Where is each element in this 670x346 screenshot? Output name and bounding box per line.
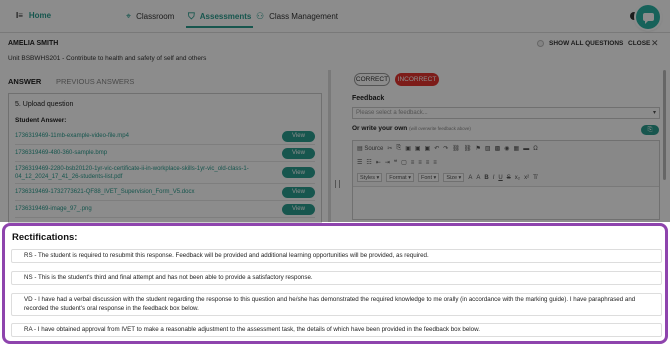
rectification-option-ns[interactable]: NS - This is the student's third and fin… (11, 271, 662, 285)
rectification-text: VD - I have had a verbal discussion with… (24, 296, 636, 312)
rectification-text: NS - This is the student's third and fin… (24, 273, 313, 281)
rectification-option-vd[interactable]: VD - I have had a verbal discussion with… (11, 293, 662, 316)
rectification-text: RA - I have obtained approval from IVET … (24, 325, 480, 333)
rectification-text: RS - The student is required to resubmit… (24, 251, 429, 259)
rectifications-modal: Rectifications: RS - The student is requ… (2, 223, 668, 344)
modal-title: Rectifications: (12, 232, 78, 243)
modal-backdrop[interactable] (0, 0, 670, 222)
rectification-option-ra[interactable]: RA - I have obtained approval from IVET … (11, 323, 662, 337)
rectification-option-rs[interactable]: RS - The student is required to resubmit… (11, 249, 662, 263)
